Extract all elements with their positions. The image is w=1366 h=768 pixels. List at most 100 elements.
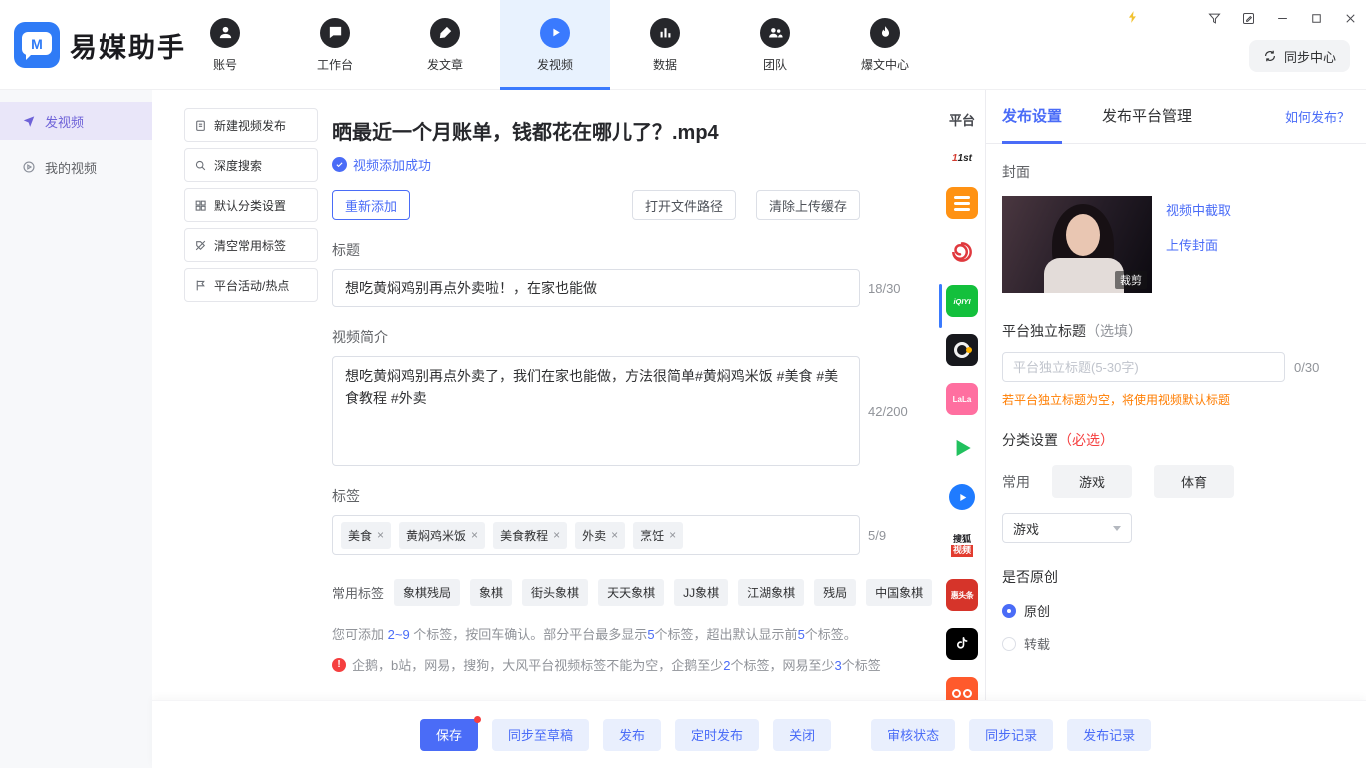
platform-icon-1st[interactable]: 11st [946, 146, 978, 170]
flag-icon [194, 279, 207, 292]
title-input[interactable] [332, 269, 860, 307]
radio-icon-unchecked [1002, 637, 1016, 651]
action-label: 默认分类设置 [214, 197, 286, 214]
top-nav-item-data[interactable]: 数据 [610, 0, 720, 90]
clear-upload-cache-button[interactable]: 清除上传缓存 [756, 190, 860, 220]
save-button[interactable]: 保存 [420, 719, 478, 751]
close-button[interactable]: 关闭 [773, 719, 831, 751]
top-nav-item-hot-center[interactable]: 爆文中心 [830, 0, 940, 90]
platform-icon-dark-ring[interactable] [946, 334, 978, 366]
nav-label: 发视频 [537, 56, 573, 73]
common-tag-chip[interactable]: 象棋残局 [394, 579, 460, 606]
top-nav-item-publish-video[interactable]: 发视频 [500, 0, 610, 90]
platform-icon-green-play[interactable] [946, 432, 978, 464]
clear-common-tags-button[interactable]: 清空常用标签 [184, 228, 318, 262]
top-nav-item-account[interactable]: 账号 [170, 0, 280, 90]
radio-repost[interactable]: 转载 [1002, 634, 1350, 653]
description-counter: 42/200 [868, 404, 908, 419]
platform-text: 1st [958, 153, 972, 164]
deep-search-button[interactable]: 深度搜索 [184, 148, 318, 182]
crop-label[interactable]: 裁剪 [1115, 271, 1147, 289]
flame-icon [870, 18, 900, 48]
nav-label: 发文章 [427, 56, 463, 73]
close-icon[interactable] [1340, 8, 1360, 28]
category-select-value: 游戏 [1013, 519, 1039, 538]
notification-dot [474, 716, 481, 723]
user-icon [210, 18, 240, 48]
top-nav-item-workbench[interactable]: 工作台 [280, 0, 390, 90]
platform-text: LaLa [953, 395, 972, 404]
platform-icon-iqiyi[interactable]: iQIYI [946, 285, 978, 317]
cover-thumbnail[interactable]: 裁剪 [1002, 196, 1152, 293]
platform-icon-blue-play[interactable] [946, 481, 978, 513]
top-nav-item-team[interactable]: 团队 [720, 0, 830, 90]
remove-tag-icon[interactable] [611, 529, 618, 541]
file-actions-right: 打开文件路径 清除上传缓存 [632, 190, 860, 220]
category-button-game[interactable]: 游戏 [1052, 465, 1132, 498]
remove-tag-icon[interactable] [471, 529, 478, 541]
open-file-path-button[interactable]: 打开文件路径 [632, 190, 736, 220]
category-select[interactable]: 游戏 [1002, 513, 1132, 543]
tags-counter: 5/9 [868, 528, 886, 543]
edit-icon[interactable] [1238, 8, 1258, 28]
action-label: 清空常用标签 [214, 237, 286, 254]
platform-icon-spiral[interactable] [946, 236, 978, 268]
sync-record-button[interactable]: 同步记录 [969, 719, 1053, 751]
schedule-publish-button[interactable]: 定时发布 [675, 719, 759, 751]
filter-icon[interactable] [1204, 8, 1224, 28]
nav-label: 数据 [653, 56, 677, 73]
common-tag-chip[interactable]: 街头象棋 [522, 579, 588, 606]
default-category-settings-button[interactable]: 默认分类设置 [184, 188, 318, 222]
common-label: 常用 [1002, 472, 1030, 492]
sync-center-button[interactable]: 同步中心 [1249, 40, 1350, 72]
new-video-publish-button[interactable]: 新建视频发布 [184, 108, 318, 142]
description-textarea[interactable]: 想吃黄焖鸡别再点外卖了，我们在家也能做，方法很简单#黄焖鸡米饭 #美食 #美食教… [332, 356, 860, 466]
upload-cover-link[interactable]: 上传封面 [1166, 235, 1231, 254]
sidebar-item-publish-video[interactable]: 发视频 [0, 102, 152, 140]
common-tag-chip[interactable]: 中国象棋 [866, 579, 932, 606]
nav-label: 账号 [213, 56, 237, 73]
publish-button[interactable]: 发布 [603, 719, 661, 751]
sync-to-draft-button[interactable]: 同步至草稿 [492, 719, 589, 751]
team-icon [760, 18, 790, 48]
maximize-icon[interactable] [1306, 8, 1326, 28]
platform-icon-orange[interactable] [946, 187, 978, 219]
action-label: 新建视频发布 [214, 117, 286, 134]
common-tag-chip[interactable]: JJ象棋 [674, 579, 728, 606]
video-form: 晒最近一个月账单，钱都花在哪儿了？.mp4 视频添加成功 重新添加 打开文件路径… [318, 90, 939, 700]
platform-icon-glasses[interactable] [946, 677, 978, 700]
pen-icon [430, 18, 460, 48]
tags-input[interactable]: 美食 黄焖鸡米饭 美食教程 外卖 烹饪 [332, 515, 860, 555]
category-button-sports[interactable]: 体育 [1154, 465, 1234, 498]
platform-icon-sohu-video[interactable]: 搜狐视频 [946, 530, 978, 562]
platform-icon-lala[interactable]: LaLa [946, 383, 978, 415]
readd-video-button[interactable]: 重新添加 [332, 190, 410, 220]
how-to-publish-link[interactable]: 如何发布？ [1285, 107, 1350, 126]
platform-activity-hotspot-button[interactable]: 平台活动/热点 [184, 268, 318, 302]
tag-chip: 外卖 [575, 522, 625, 549]
app-window: M 易媒助手 账号 工作台 发文章 发视频 数据 [0, 0, 1366, 768]
platform-title-input[interactable] [1002, 352, 1285, 382]
remove-tag-icon[interactable] [377, 529, 384, 541]
sidebar-item-my-videos[interactable]: 我的视频 [0, 148, 152, 186]
app-logo-icon: M [14, 22, 60, 68]
common-tag-chip[interactable]: 残局 [814, 579, 856, 606]
publish-record-button[interactable]: 发布记录 [1067, 719, 1151, 751]
remove-tag-icon[interactable] [669, 529, 676, 541]
tab-publish-settings[interactable]: 发布设置 [1002, 90, 1062, 144]
platform-icon-douyin[interactable] [946, 628, 978, 660]
platform-icon-huitoutiao[interactable]: 惠头条 [946, 579, 978, 611]
review-status-button[interactable]: 审核状态 [871, 719, 955, 751]
action-label: 平台活动/热点 [214, 277, 289, 294]
common-tag-chip[interactable]: 象棋 [470, 579, 512, 606]
common-tag-chip[interactable]: 天天象棋 [598, 579, 664, 606]
tab-platform-management[interactable]: 发布平台管理 [1102, 90, 1192, 144]
nav-label: 团队 [763, 56, 787, 73]
minimize-icon[interactable] [1272, 8, 1292, 28]
capture-from-video-link[interactable]: 视频中截取 [1166, 200, 1231, 219]
top-nav-item-publish-article[interactable]: 发文章 [390, 0, 500, 90]
radio-original[interactable]: 原创 [1002, 601, 1350, 620]
common-tag-chip[interactable]: 江湖象棋 [738, 579, 804, 606]
remove-tag-icon[interactable] [553, 529, 560, 541]
check-icon [332, 157, 347, 172]
